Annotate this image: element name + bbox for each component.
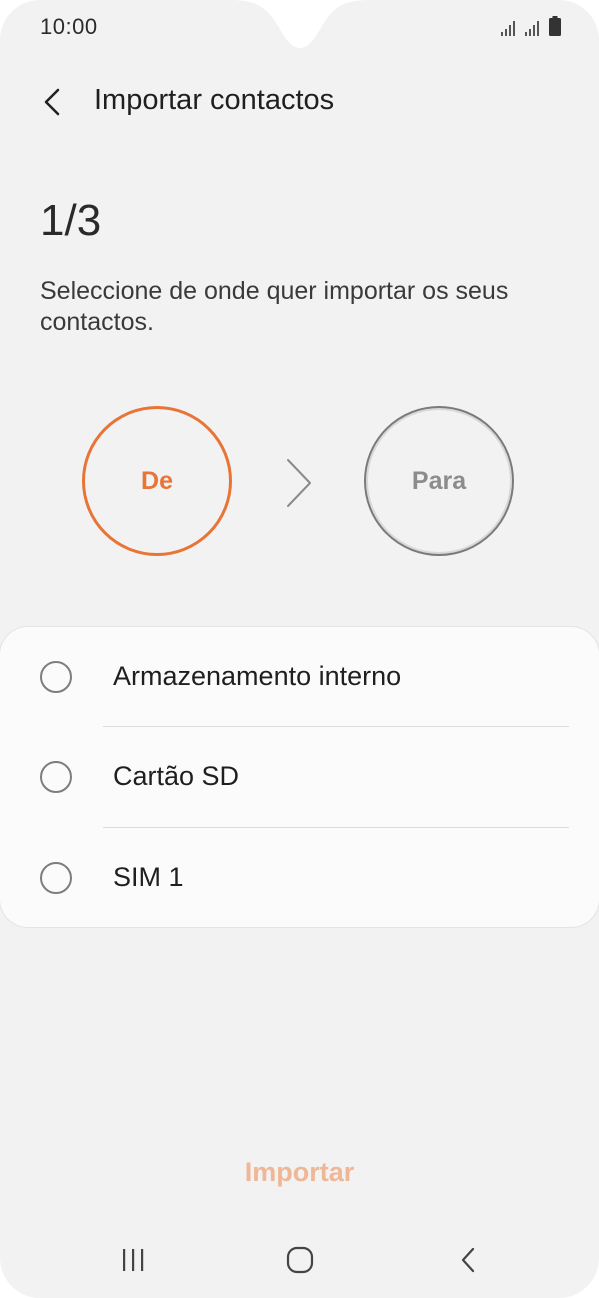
option-sd-card[interactable]: Cartão SD — [0, 727, 599, 827]
option-sim-1[interactable]: SIM 1 — [0, 828, 599, 928]
recent-apps-button[interactable] — [103, 1238, 163, 1282]
step-counter: 1/3 — [40, 196, 102, 245]
step-to-label: Para — [411, 466, 467, 495]
signal-sim2-icon — [525, 21, 539, 36]
source-options-card: Armazenamento interno Cartão SD SIM 1 — [0, 627, 599, 927]
page-title: Importar contactos — [94, 84, 335, 116]
nav-back-button[interactable] — [438, 1238, 498, 1282]
import-button[interactable]: Importar — [0, 1150, 599, 1194]
home-icon — [286, 1246, 314, 1274]
step-to-circle: Para — [364, 406, 514, 556]
option-internal-storage[interactable]: Armazenamento interno — [0, 627, 599, 727]
option-label: SIM 1 — [113, 862, 184, 892]
radio-button-icon[interactable] — [40, 862, 72, 894]
radio-button-icon[interactable] — [40, 661, 72, 693]
camera-notch — [230, 0, 370, 48]
instruction-text: Seleccione de onde quer importar os seus… — [40, 277, 509, 336]
option-label: Armazenamento interno — [113, 661, 402, 691]
status-icons — [501, 16, 561, 36]
back-button[interactable] — [30, 80, 74, 124]
step-from-label: De — [141, 466, 173, 495]
step-from-circle: De — [82, 406, 232, 556]
recent-apps-icon — [123, 1249, 144, 1271]
radio-button-icon[interactable] — [40, 761, 72, 793]
status-time: 10:00 — [40, 14, 98, 39]
chevron-left-icon — [44, 88, 60, 116]
home-button[interactable] — [270, 1238, 330, 1282]
chevron-right-icon — [287, 459, 311, 507]
phone-screen: 10:00 Importar contactos 1/3 Seleccione … — [0, 0, 599, 1298]
option-label: Cartão SD — [113, 761, 240, 791]
signal-sim1-icon — [501, 21, 515, 36]
battery-icon — [549, 16, 561, 36]
back-icon — [461, 1247, 475, 1273]
